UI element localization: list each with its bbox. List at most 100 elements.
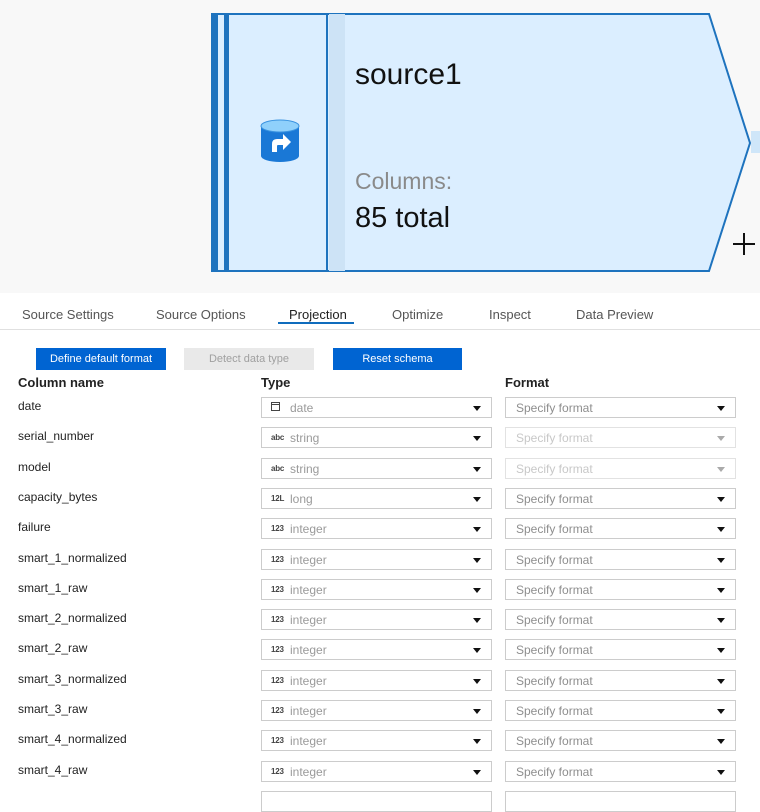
tab-source-options[interactable]: Source Options — [156, 307, 246, 322]
format-placeholder: Specify format — [516, 522, 593, 536]
type-glyph-icon: 123 — [271, 645, 284, 654]
tab-data-preview[interactable]: Data Preview — [576, 307, 653, 322]
format-dropdown[interactable]: Specify format — [505, 549, 736, 570]
type-dropdown[interactable]: 123 integer — [261, 761, 492, 782]
chevron-down-icon — [473, 467, 481, 472]
type-dropdown[interactable]: 123 integer — [261, 670, 492, 691]
chevron-down-icon — [717, 770, 725, 775]
tab-inspect[interactable]: Inspect — [489, 307, 531, 322]
database-source-icon — [260, 119, 300, 162]
format-placeholder: Specify format — [516, 431, 593, 445]
chevron-down-icon — [473, 497, 481, 502]
detect-data-type-button[interactable]: Detect data type — [184, 348, 314, 370]
calendar-icon — [271, 402, 280, 411]
column-name-cell: smart_4_raw — [18, 763, 88, 777]
type-value: long — [290, 492, 313, 506]
format-dropdown[interactable]: Specify format — [505, 427, 736, 448]
reset-schema-button[interactable]: Reset schema — [333, 348, 462, 370]
chevron-down-icon — [473, 618, 481, 623]
column-name-cell: smart_3_normalized — [18, 672, 127, 686]
column-name-header: Column name — [18, 375, 104, 390]
type-glyph-icon: 123 — [271, 706, 284, 715]
tab-source-settings[interactable]: Source Settings — [22, 307, 114, 322]
chevron-down-icon — [717, 709, 725, 714]
column-name-cell: model — [18, 460, 51, 474]
tab-optimize[interactable]: Optimize — [392, 307, 443, 322]
type-value: integer — [290, 734, 327, 748]
type-glyph-icon: 123 — [271, 555, 284, 564]
chevron-down-icon — [473, 739, 481, 744]
type-dropdown[interactable]: abc string — [261, 458, 492, 479]
chevron-down-icon — [473, 436, 481, 441]
chevron-down-icon — [717, 406, 725, 411]
format-placeholder: Specify format — [516, 765, 593, 779]
type-dropdown[interactable]: 12L long — [261, 488, 492, 509]
chevron-down-icon — [473, 558, 481, 563]
format-dropdown[interactable]: Specify format — [505, 730, 736, 751]
format-placeholder: Specify format — [516, 734, 593, 748]
type-value: integer — [290, 704, 327, 718]
format-dropdown[interactable]: Specify format — [505, 397, 736, 418]
chevron-down-icon — [717, 558, 725, 563]
type-dropdown[interactable]: date — [261, 397, 492, 418]
type-glyph-icon: 123 — [271, 524, 284, 533]
type-glyph-icon: 123 — [271, 767, 284, 776]
type-glyph-icon: 123 — [271, 585, 284, 594]
type-dropdown[interactable]: abc string — [261, 427, 492, 448]
type-header: Type — [261, 375, 291, 390]
format-dropdown[interactable]: Specify format — [505, 639, 736, 660]
type-value: integer — [290, 765, 327, 779]
column-name-cell: failure — [18, 520, 51, 534]
type-value: integer — [290, 583, 327, 597]
type-value: string — [290, 462, 320, 476]
type-dropdown[interactable]: 123 integer — [261, 639, 492, 660]
column-name-cell: date — [18, 399, 42, 413]
format-placeholder: Specify format — [516, 462, 593, 476]
source-node[interactable] — [0, 0, 760, 293]
type-value: date — [290, 401, 314, 415]
chevron-down-icon — [473, 709, 481, 714]
type-dropdown[interactable]: 123 integer — [261, 700, 492, 721]
format-placeholder: Specify format — [516, 492, 593, 506]
chevron-down-icon — [473, 527, 481, 532]
chevron-down-icon — [473, 648, 481, 653]
type-dropdown[interactable]: 123 integer — [261, 730, 492, 751]
format-dropdown[interactable]: Specify format — [505, 609, 736, 630]
format-placeholder: Specify format — [516, 553, 593, 567]
format-placeholder: Specify format — [516, 583, 593, 597]
tab-projection[interactable]: Projection — [289, 307, 347, 322]
columns-label: Columns: — [355, 168, 453, 194]
chevron-down-icon — [717, 527, 725, 532]
column-name-cell: capacity_bytes — [18, 490, 98, 504]
type-dropdown[interactable]: 123 integer — [261, 549, 492, 570]
type-dropdown[interactable]: 123 integer — [261, 579, 492, 600]
column-name-cell: smart_3_raw — [18, 702, 88, 716]
format-dropdown[interactable]: Specify format — [505, 761, 736, 782]
column-name-cell: smart_1_normalized — [18, 551, 127, 565]
type-dropdown[interactable]: 123 integer — [261, 518, 492, 539]
column-name-cell: smart_1_raw — [18, 581, 88, 595]
type-glyph-icon: 123 — [271, 615, 284, 624]
column-name-cell: serial_number — [18, 429, 95, 443]
format-dropdown[interactable]: Specify format — [505, 670, 736, 691]
type-dropdown-partial[interactable] — [261, 791, 492, 812]
format-dropdown[interactable]: Specify format — [505, 700, 736, 721]
format-dropdown[interactable]: Specify format — [505, 488, 736, 509]
format-dropdown[interactable]: Specify format — [505, 458, 736, 479]
type-dropdown[interactable]: 123 integer — [261, 609, 492, 630]
format-dropdown[interactable]: Specify format — [505, 579, 736, 600]
define-default-format-button[interactable]: Define default format — [36, 348, 166, 370]
format-placeholder: Specify format — [516, 674, 593, 688]
type-value: integer — [290, 613, 327, 627]
format-dropdown[interactable]: Specify format — [505, 518, 736, 539]
format-dropdown-partial[interactable] — [505, 791, 736, 812]
add-transformation-plus-icon[interactable] — [731, 231, 757, 257]
type-glyph-icon: 123 — [271, 736, 284, 745]
chevron-down-icon — [717, 679, 725, 684]
type-glyph-icon: abc — [271, 433, 285, 442]
chevron-down-icon — [717, 618, 725, 623]
format-header: Format — [505, 375, 550, 390]
type-value: string — [290, 431, 320, 445]
active-tab-indicator — [278, 322, 354, 324]
columns-count: 85 total — [355, 202, 451, 234]
